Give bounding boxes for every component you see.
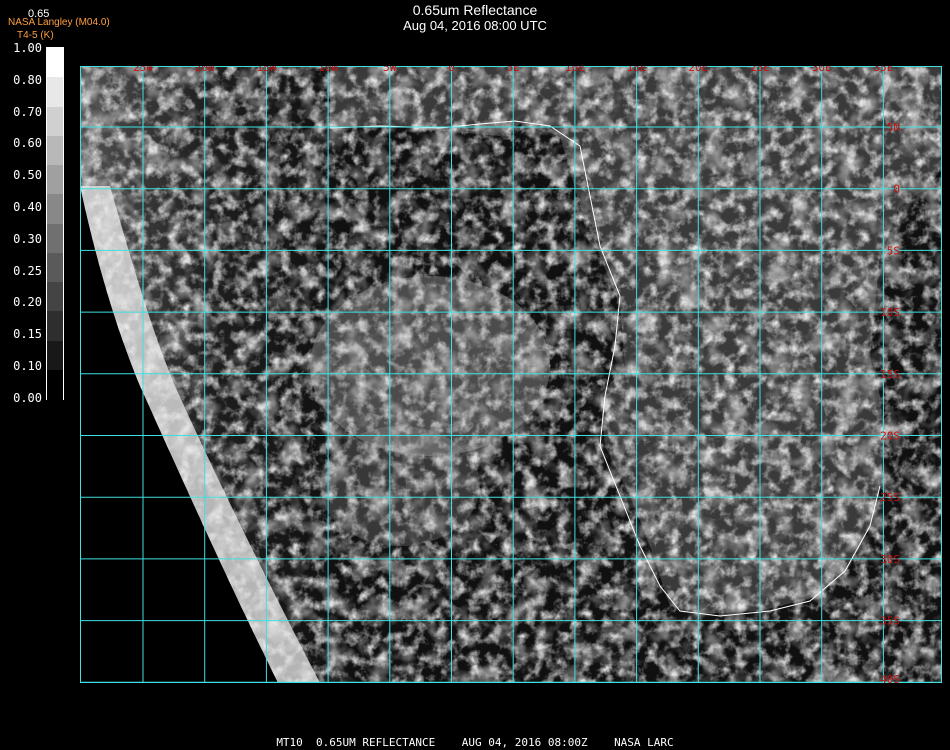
colorbar-tick-label: 0.60 — [13, 136, 42, 151]
colorbar-segment — [47, 194, 63, 224]
longitude-label: 30E — [812, 66, 832, 74]
colorbar-segment — [47, 252, 63, 283]
colorbar-tick-label: 0.20 — [13, 295, 42, 310]
latitude-label: 10S — [880, 306, 900, 319]
colorbar-tick-label: 0.15 — [13, 327, 42, 342]
latitude-label: 35S — [880, 615, 900, 628]
colorbar — [46, 47, 64, 400]
longitude-label: 15W — [256, 66, 276, 74]
longitude-label: 5W — [383, 66, 397, 74]
colorbar-tick-label: 0.25 — [13, 263, 42, 278]
colorbar-tick-label: 0.50 — [13, 168, 42, 183]
longitude-label: 5E — [507, 66, 520, 74]
longitude-label: 10W — [318, 66, 338, 74]
colorbar-segment — [47, 223, 63, 254]
longitude-label: 15E — [627, 66, 647, 74]
longitude-label: 10E — [565, 66, 585, 74]
colorbar-segment — [47, 135, 63, 166]
latitude-label: 25S — [880, 491, 900, 504]
colorbar-tick-label: 0.10 — [13, 359, 42, 373]
image-title: 0.65um Reflectance — [412, 2, 538, 18]
earth-disk — [80, 66, 942, 683]
colorbar-segment — [47, 77, 63, 107]
colorbar-segment — [47, 48, 63, 78]
colorbar-tick-label: 0.30 — [13, 231, 42, 246]
colorbar-segment — [47, 282, 63, 312]
longitude-label: 35E — [873, 66, 893, 74]
colorbar-tick-label: 0.00 — [13, 390, 42, 405]
footer-caption: MT10 0.65UM REFLECTANCE AUG 04, 2016 08:… — [276, 736, 674, 749]
satellite-map: 25W 20W 15W 10W 5W 0 5E 10E 15E 20E 25E 30E 35E 5N 0 5S… — [80, 66, 942, 683]
colorbar-segment — [47, 369, 63, 400]
longitude-label: 0 — [448, 66, 455, 74]
colorbar-tick-label: 0.40 — [13, 200, 42, 214]
colorbar-segment — [47, 311, 63, 341]
longitude-label: 20E — [688, 66, 708, 74]
image-datetime: Aug 04, 2016 08:00 UTC — [403, 18, 547, 33]
colorbar-segment — [47, 165, 63, 195]
latitude-label: 0 — [893, 183, 900, 196]
latitude-label: 15S — [880, 368, 900, 381]
latitude-label: 40S — [880, 673, 900, 683]
credit-label: NASA Langley (M04.0) — [8, 17, 110, 28]
colorbar-tick-label: 0.80 — [13, 72, 42, 87]
credit-sub-label: T4-5 (K) — [17, 30, 54, 41]
colorbar-tick-label: 1.00 — [13, 41, 42, 55]
latitude-label: 30S — [880, 553, 900, 566]
longitude-label: 25E — [750, 66, 770, 74]
latitude-label: 5S — [887, 244, 900, 257]
longitude-label: 20W — [195, 66, 215, 74]
latitude-label: 20S — [880, 430, 900, 443]
map-svg: 25W 20W 15W 10W 5W 0 5E 10E 15E 20E 25E 30E 35E 5N 0 5S… — [80, 66, 942, 683]
longitude-label: 25W — [133, 66, 153, 74]
colorbar-segment — [47, 106, 63, 137]
latitude-label: 5N — [887, 121, 900, 134]
colorbar-segment — [47, 340, 63, 371]
colorbar-tick-label: 0.70 — [13, 104, 42, 119]
